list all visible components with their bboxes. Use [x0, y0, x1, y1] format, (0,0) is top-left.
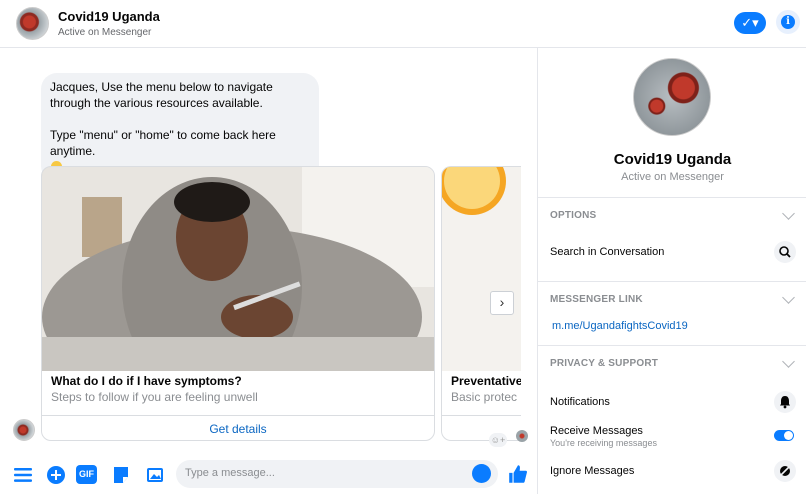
card-image — [42, 167, 434, 371]
messenger-link-section-header[interactable]: MESSENGER LINK — [538, 281, 806, 315]
sender-avatar — [13, 419, 35, 441]
ignore-messages-label[interactable]: Ignore Messages — [550, 465, 634, 477]
carousel-card: What do I do if I have symptoms? Steps t… — [41, 166, 435, 441]
conversation-info-panel: Covid19 Uganda Active on Messenger OPTIO… — [537, 48, 806, 494]
chevron-down-icon — [782, 291, 795, 304]
chevron-down-icon — [782, 355, 795, 368]
reaction-icon[interactable]: ☺+ — [489, 433, 507, 447]
card-image — [442, 167, 521, 371]
page-profile-picture[interactable] — [633, 58, 711, 136]
get-details-button[interactable]: Get details — [42, 415, 434, 440]
card-subtitle: Basic protec — [451, 390, 518, 404]
page-status: Active on Messenger — [58, 27, 152, 38]
check-dropdown-icon[interactable]: ✓▾ — [734, 12, 766, 34]
composer: GIF Type a message... — [0, 456, 537, 494]
section-title: OPTIONS — [550, 210, 597, 221]
info-icon[interactable]: i — [776, 10, 800, 34]
gif-icon[interactable]: GIF — [76, 465, 97, 484]
options-section-header[interactable]: OPTIONS — [538, 197, 806, 231]
page-name[interactable]: Covid19 Uganda — [58, 9, 160, 24]
panel-page-status: Active on Messenger — [621, 171, 724, 183]
image-icon[interactable] — [145, 465, 165, 485]
sick-man-photo — [42, 167, 434, 371]
message-thread: Jacques, Use the menu below to navigate … — [0, 48, 537, 456]
card-button[interactable] — [442, 415, 521, 440]
thumbs-up-icon[interactable] — [507, 463, 529, 485]
bell-icon[interactable] — [774, 391, 796, 413]
ignore-icon[interactable] — [774, 460, 796, 482]
card-title: What do I do if I have symptoms? — [51, 374, 242, 388]
messenger-link[interactable]: m.me/UgandafightsCovid19 — [552, 320, 688, 332]
section-title: MESSENGER LINK — [550, 294, 643, 305]
message-input[interactable]: Type a message... — [176, 460, 498, 488]
receive-messages-toggle[interactable] — [774, 430, 794, 441]
message-text: Jacques, Use the menu below to navigate … — [50, 80, 276, 158]
receive-messages-sub: You're receiving messages — [550, 438, 657, 448]
conversation-header: Covid19 Uganda Active on Messenger ✓▾ i — [0, 0, 806, 48]
card-title: Preventative — [451, 374, 521, 388]
search-in-conversation[interactable]: Search in Conversation — [550, 246, 664, 258]
message-input-placeholder: Type a message... — [185, 467, 275, 479]
receive-messages-label: Receive Messages — [550, 425, 643, 437]
card-subtitle: Steps to follow if you are feeling unwel… — [51, 390, 258, 404]
seen-avatar — [516, 430, 528, 442]
section-title: PRIVACY & SUPPORT — [550, 358, 659, 369]
panel-page-name: Covid19 Uganda — [613, 151, 732, 168]
emoji-icon[interactable] — [472, 464, 491, 483]
lemon-photo — [442, 167, 521, 371]
chevron-right-icon[interactable]: › — [490, 291, 514, 315]
page-avatar[interactable] — [16, 7, 49, 40]
plus-icon[interactable] — [46, 465, 66, 485]
search-icon[interactable] — [774, 241, 796, 263]
menu-icon[interactable] — [13, 465, 33, 485]
notifications-label[interactable]: Notifications — [550, 396, 610, 408]
chevron-down-icon — [782, 207, 795, 220]
privacy-support-section-header[interactable]: PRIVACY & SUPPORT — [538, 345, 806, 379]
sticker-icon[interactable] — [111, 465, 131, 485]
